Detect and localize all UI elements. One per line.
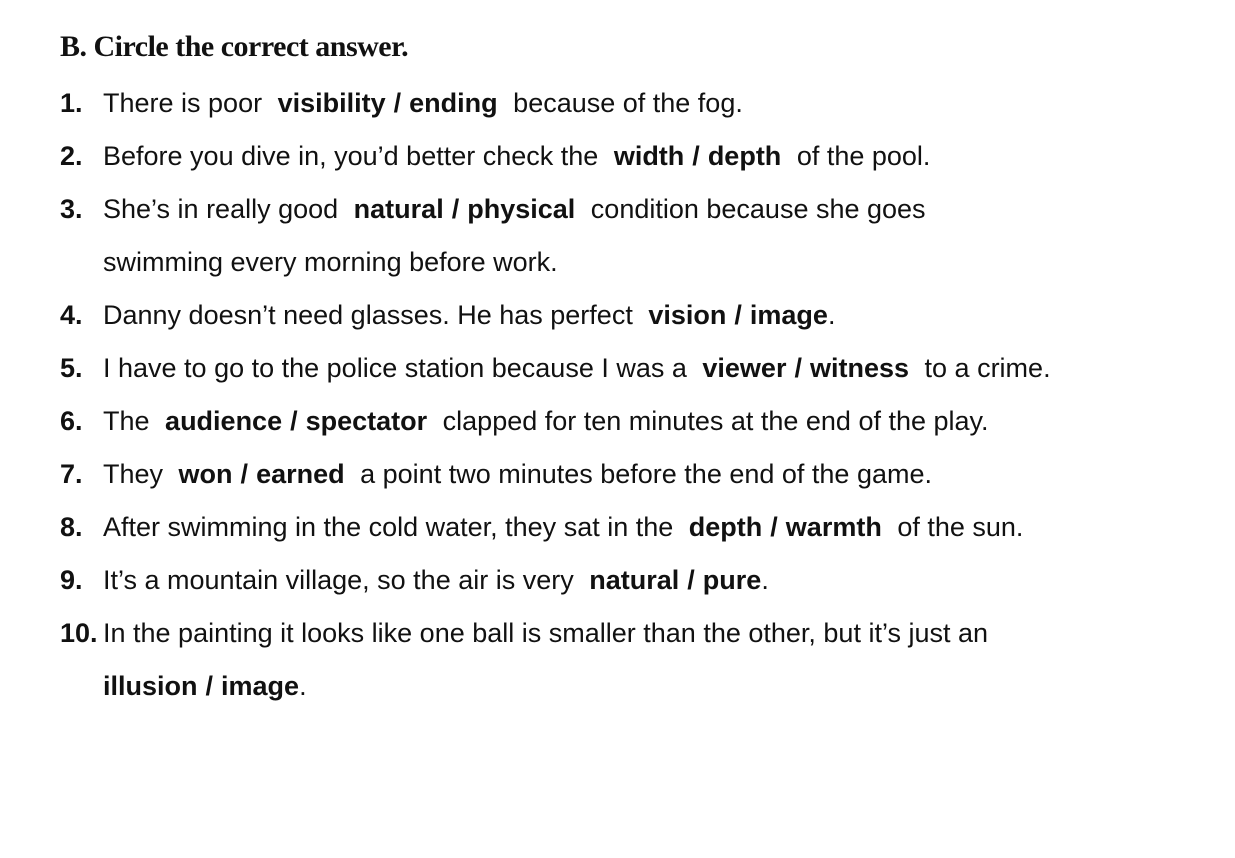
question-number: 3.	[60, 194, 83, 224]
question-1: 1. There is poor visibility / ending becau…	[60, 77, 1200, 130]
option-separator: /	[734, 300, 742, 330]
question-4: 4. Danny doesn’t need glasses. He has pe…	[60, 289, 1200, 342]
question-text-before: Before you dive in, you’d better check t…	[103, 141, 599, 171]
option-b[interactable]: physical	[467, 194, 575, 224]
question-number: 7.	[60, 459, 83, 489]
question-number: 4.	[60, 300, 83, 330]
option-b[interactable]: witness	[810, 353, 909, 383]
exercise-title: B. Circle the correct answer.	[60, 30, 409, 63]
question-text-after: clapped for ten minutes at the end of th…	[442, 406, 989, 436]
question-text-after: a point two minutes before the end of th…	[360, 459, 932, 489]
question-text-after: of the pool.	[796, 141, 931, 171]
option-a[interactable]: won	[179, 459, 233, 489]
option-a[interactable]: audience	[165, 406, 282, 436]
option-b[interactable]: pure	[703, 565, 762, 595]
question-text-before: She’s in really good	[103, 194, 339, 224]
option-a[interactable]: natural	[589, 565, 679, 595]
question-text-after: .	[827, 300, 836, 330]
question-text-after: .	[761, 565, 769, 595]
question-text-before: After swimming in the cold water, they s…	[103, 512, 674, 542]
question-text-before: Danny doesn’t need glasses. He has perfe…	[103, 300, 633, 330]
option-separator: /	[687, 565, 695, 595]
question-text-after: of the sun.	[897, 512, 1024, 542]
option-separator: /	[692, 141, 700, 171]
question-8: 8. After swimming in the cold water, the…	[60, 501, 1200, 554]
question-text-before: They	[103, 459, 164, 489]
question-number: 5.	[60, 353, 83, 383]
question-number: 9.	[60, 565, 83, 595]
question-text-before: I have to go to the police station becau…	[103, 353, 687, 383]
question-9: 9. It’s a mountain village, so the air i…	[60, 554, 1200, 607]
option-a[interactable]: depth	[689, 512, 763, 542]
question-3: 3. She’s in really good natural / physical…	[60, 183, 1200, 289]
option-separator: /	[770, 512, 778, 542]
option-a[interactable]: viewer	[702, 353, 786, 383]
question-2: 2. Before you dive in, you’d better chec…	[60, 130, 1200, 183]
question-number: 8.	[60, 512, 83, 542]
question-text-after: .	[299, 671, 307, 701]
question-text-before: There is poor	[103, 88, 263, 118]
option-separator: /	[240, 459, 249, 489]
question-5: 5. I have to go to the police station be…	[60, 342, 1200, 395]
option-separator: /	[393, 88, 402, 118]
option-separator: /	[205, 671, 214, 701]
option-separator: /	[794, 353, 802, 383]
option-a[interactable]: vision	[648, 300, 726, 330]
option-b[interactable]: earned	[256, 459, 345, 489]
question-7: 7. They won / earned a point two minutes b…	[60, 448, 1200, 501]
option-separator: /	[290, 406, 298, 436]
question-6: 6. The audience / spectator clapped for te…	[60, 395, 1200, 448]
question-number: 1.	[60, 88, 83, 118]
question-text-after: because of the fog.	[513, 88, 743, 118]
question-number: 2.	[60, 141, 83, 171]
question-text-before: It’s a mountain village, so the air is v…	[103, 565, 574, 595]
option-b[interactable]: depth	[708, 141, 782, 171]
option-a[interactable]: width	[614, 141, 684, 171]
option-b[interactable]: spectator	[306, 406, 428, 436]
option-a[interactable]: visibility	[278, 88, 386, 118]
option-a[interactable]: illusion	[103, 671, 198, 701]
option-separator: /	[451, 194, 460, 224]
question-number: 10.	[60, 618, 98, 648]
question-text-before: In the painting it looks like one ball i…	[103, 618, 989, 648]
option-b[interactable]: image	[221, 671, 299, 701]
option-b[interactable]: ending	[409, 88, 498, 118]
question-10: 10. In the painting it looks like one ba…	[60, 607, 1200, 713]
option-a[interactable]: natural	[354, 194, 444, 224]
option-b[interactable]: image	[750, 300, 828, 330]
question-text-before: The	[103, 406, 150, 436]
question-text-after: to a crime.	[924, 353, 1051, 383]
option-b[interactable]: warmth	[786, 512, 882, 542]
question-list: 1. There is poor visibility / ending becau…	[60, 77, 1200, 713]
question-number: 6.	[60, 406, 83, 436]
